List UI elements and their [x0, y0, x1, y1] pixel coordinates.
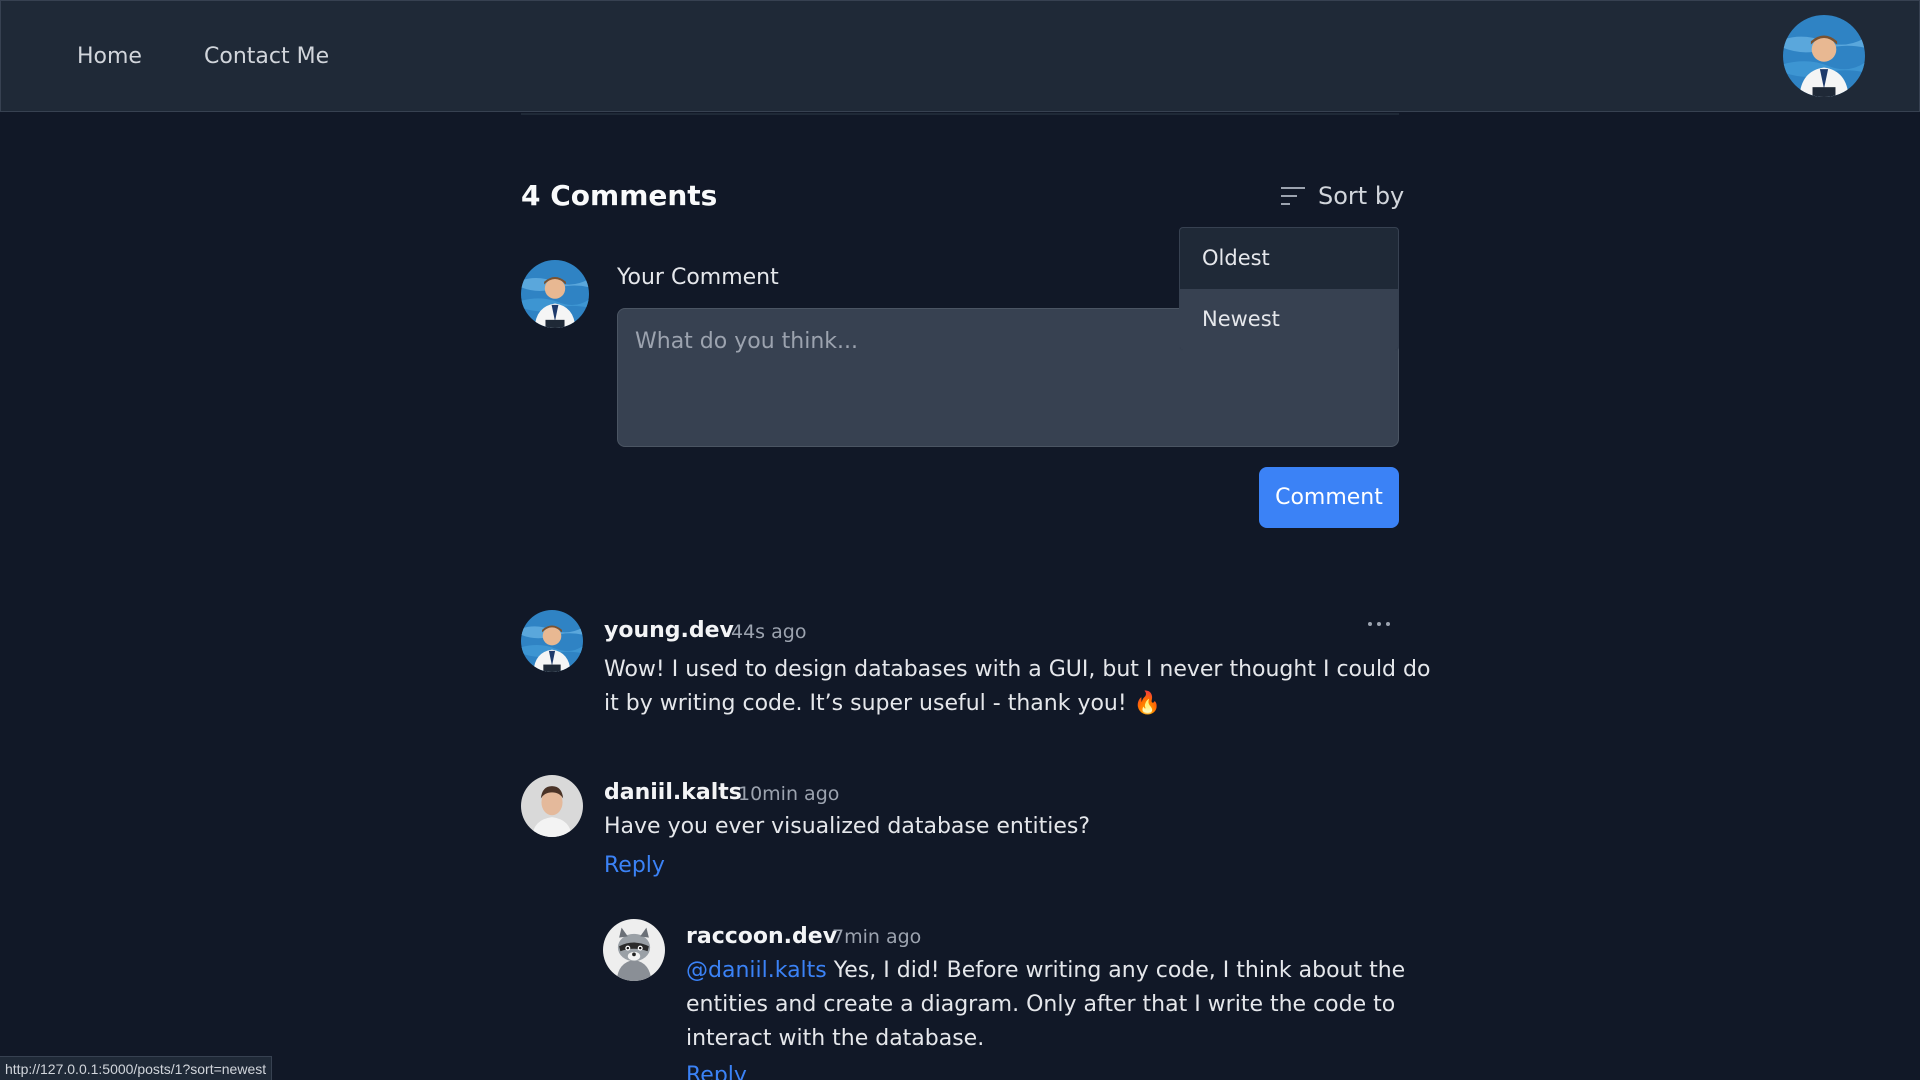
user-avatar[interactable] [1783, 15, 1865, 97]
comment-text-line: @daniil.kalts Yes, I did! Before writing… [686, 954, 1405, 988]
comment-timestamp: 44s ago [731, 621, 807, 643]
comment-author[interactable]: daniil.kalts [604, 779, 742, 807]
your-comment-label: Your Comment [617, 265, 779, 290]
comment-text-line: entities and create a diagram. Only afte… [686, 992, 1396, 1017]
top-navbar: Home Contact Me [0, 0, 1920, 112]
ellipsis-dot [1386, 622, 1390, 626]
reply-link[interactable]: Reply [604, 852, 665, 880]
avatar[interactable] [603, 919, 665, 981]
sort-lines-icon [1281, 187, 1305, 205]
comment-author[interactable]: raccoon.dev [686, 923, 837, 951]
comments-count-title: 4 Comments [521, 179, 718, 212]
comment-text-line: Wow! I used to design databases with a G… [604, 657, 1431, 682]
submit-comment-button[interactable]: Comment [1259, 467, 1399, 528]
sort-by-button[interactable]: Sort by [1280, 180, 1404, 212]
browser-status-url: http://127.0.0.1:5000/posts/1?sort=newes… [0, 1056, 273, 1080]
comment-text: Have you ever visualized database entiti… [604, 814, 1091, 839]
sort-option-newest[interactable]: Newest [1180, 289, 1398, 350]
ellipsis-dot [1377, 622, 1381, 626]
sort-option-oldest[interactable]: Oldest [1180, 228, 1398, 289]
sort-by-label: Sort by [1318, 182, 1405, 210]
reply-link[interactable]: Reply [686, 1062, 747, 1080]
ellipsis-icon [1368, 622, 1372, 626]
comment-text-line: interact with the database. [686, 1026, 985, 1051]
comment-timestamp: 10min ago [738, 783, 840, 805]
avatar[interactable] [521, 775, 583, 837]
current-user-avatar [521, 260, 589, 328]
nav-home-link[interactable]: Home [77, 43, 142, 71]
content-divider [521, 113, 1399, 115]
avatar[interactable] [521, 610, 583, 672]
nav-contact-link[interactable]: Contact Me [204, 43, 329, 71]
sort-dropdown-menu: Oldest Newest [1179, 227, 1399, 351]
comment-author[interactable]: young.dev [604, 617, 734, 645]
mention-link[interactable]: @daniil.kalts [686, 958, 827, 983]
comment-timestamp: 7min ago [832, 926, 922, 948]
comment-text-line: it by writing code. It’s super useful - … [604, 691, 1162, 716]
comment-options-button[interactable] [1362, 612, 1396, 636]
comment-text-fragment: Yes, I did! Before writing any code, I t… [826, 958, 1406, 983]
